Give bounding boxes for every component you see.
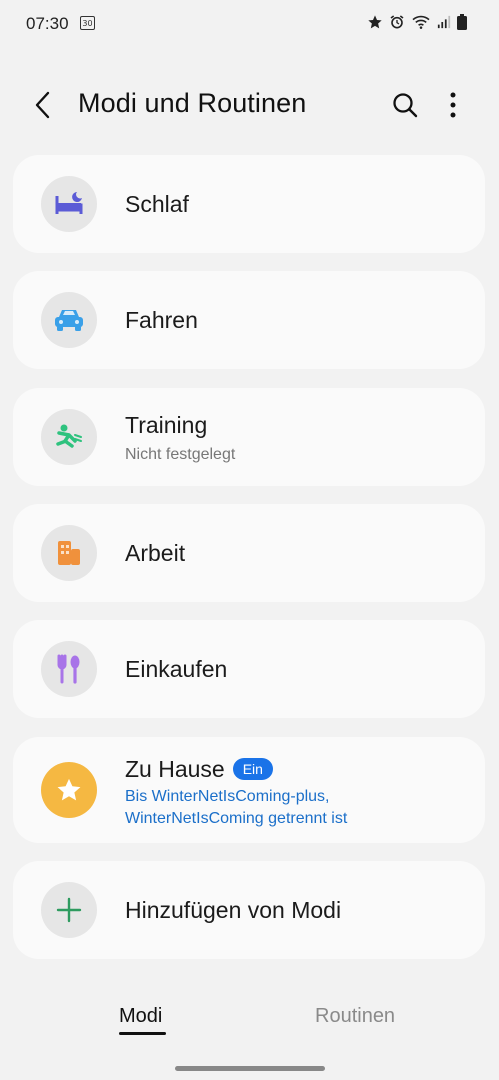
mode-icon-container — [41, 292, 97, 348]
mode-card-fahren[interactable]: Fahren — [13, 271, 485, 369]
mode-icon-container — [41, 882, 97, 938]
mode-card-schlaf[interactable]: Schlaf — [13, 155, 485, 253]
star-icon — [368, 15, 382, 29]
tab-routinen[interactable]: Routinen — [315, 1005, 395, 1028]
running-icon — [56, 424, 82, 448]
mode-title: Einkaufen — [125, 656, 228, 682]
mode-icon-container — [41, 525, 97, 581]
status-bar: 07:30 30 — [0, 0, 499, 48]
star-icon — [57, 778, 81, 801]
search-icon — [393, 93, 418, 118]
mode-card-arbeit[interactable]: Arbeit — [13, 504, 485, 602]
alarm-icon — [390, 15, 404, 29]
mode-title: Arbeit — [125, 540, 186, 566]
mode-icon-container — [41, 409, 97, 465]
car-icon — [55, 310, 83, 331]
tab-selected-indicator — [119, 1032, 166, 1035]
home-indicator[interactable] — [175, 1066, 325, 1071]
mode-subtitle-line: Bis WinterNetIsComing-plus, — [125, 788, 330, 805]
mode-icon-container — [41, 641, 97, 697]
mode-card-training[interactable]: Training Nicht festgelegt — [13, 388, 485, 486]
mode-icon-container — [41, 176, 97, 232]
status-badge: Ein — [232, 758, 273, 780]
fork-spoon-icon — [57, 654, 80, 684]
mode-card-zu-hause[interactable]: Zu Hause Ein Bis WinterNetIsComing-plus, … — [13, 737, 485, 843]
app-bar: Modi und Routinen — [0, 70, 499, 140]
wifi-icon — [412, 15, 430, 29]
mode-title-text: Zu Hause — [125, 756, 225, 782]
status-time: 07:30 — [26, 14, 69, 33]
mode-subtitle: Bis WinterNetIsComing-plus, WinterNetIsC… — [125, 786, 347, 830]
building-icon — [58, 541, 80, 565]
more-vertical-icon — [450, 92, 456, 118]
tab-modi[interactable]: Modi — [119, 1005, 162, 1028]
chevron-left-icon — [35, 91, 50, 119]
mode-title: Zu Hause Ein — [125, 756, 273, 783]
add-mode-label: Hinzufügen von Modi — [125, 897, 342, 923]
back-button[interactable] — [26, 88, 60, 122]
mode-subtitle-line: WinterNetIsComing getrennt ist — [125, 810, 348, 827]
add-mode-button[interactable]: Hinzufügen von Modi — [13, 861, 485, 959]
mode-title: Schlaf — [125, 191, 189, 217]
battery-icon — [457, 14, 467, 30]
more-options-button[interactable] — [438, 88, 468, 122]
calendar-notification-icon: 30 — [80, 16, 95, 30]
bed-icon — [55, 192, 83, 214]
search-button[interactable] — [388, 88, 422, 122]
status-icons — [367, 14, 467, 30]
mode-subtitle: Nicht festgelegt — [125, 446, 236, 463]
mode-card-einkaufen[interactable]: Einkaufen — [13, 620, 485, 718]
mode-title: Fahren — [125, 307, 198, 333]
mode-title: Training — [125, 412, 208, 438]
page-title: Modi und Routinen — [78, 88, 307, 118]
plus-icon — [56, 897, 82, 923]
bottom-tabs: Modi Routinen — [0, 995, 499, 1045]
mode-icon-container — [41, 762, 97, 818]
signal-icon — [437, 15, 451, 29]
